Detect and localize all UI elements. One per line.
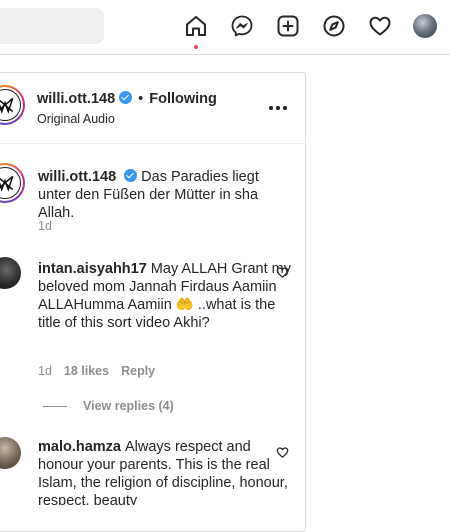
post-author-line: willi.ott.148 • Following (37, 91, 217, 107)
comment-meta: 1d 18 likes Reply (38, 364, 167, 378)
verified-badge-icon (119, 91, 133, 104)
following-button[interactable]: Following (149, 91, 217, 107)
view-replies-label: View replies (4) (83, 399, 174, 413)
explore-icon[interactable] (321, 13, 347, 39)
view-replies-button[interactable]: View replies (4) (43, 399, 174, 413)
caption-meta: 1d (38, 219, 64, 233)
caption-username[interactable]: willi.ott.148 (38, 169, 116, 185)
more-options-icon[interactable] (269, 98, 289, 114)
comment-username[interactable]: malo.hamza (38, 439, 121, 455)
caption-text: willi.ott.148 Das Paradies liegt unter de… (38, 168, 294, 222)
caption-author-avatar[interactable] (0, 163, 25, 203)
verified-badge-icon (124, 169, 138, 182)
reply-button[interactable]: Reply (121, 364, 155, 378)
author-logo-icon (0, 97, 14, 114)
profile-avatar[interactable] (413, 14, 437, 38)
comment-username[interactable]: intan.aisyahh17 (38, 261, 147, 277)
like-comment-heart-icon[interactable] (276, 446, 289, 459)
like-comment-heart-icon[interactable] (276, 266, 289, 279)
messenger-icon[interactable] (229, 13, 255, 39)
audio-label[interactable]: Original Audio (37, 112, 115, 126)
post-author-username[interactable]: willi.ott.148 (37, 91, 115, 107)
active-indicator-dot (194, 45, 198, 49)
author-avatar[interactable] (0, 85, 25, 125)
separator-dot: • (138, 91, 144, 107)
commenter-avatar[interactable] (0, 257, 21, 289)
home-icon[interactable] (183, 13, 209, 39)
activity-heart-icon[interactable] (367, 13, 393, 39)
author-logo-icon (0, 175, 14, 192)
comment-likes[interactable]: 18 likes (64, 364, 109, 378)
comment-text: malo.hamza Always respect and honour your… (38, 438, 294, 505)
comment-text: intan.aisyahh17 May ALLAH Grant my belove… (38, 260, 294, 332)
commenter-avatar[interactable] (0, 437, 21, 469)
search-input[interactable] (0, 8, 104, 44)
post-header: willi.ott.148 • Following Original Audio (0, 73, 305, 144)
new-post-icon[interactable] (275, 13, 301, 39)
view-replies-line (43, 405, 67, 407)
top-navigation-bar (0, 0, 450, 55)
post-comments-panel: willi.ott.148 • Following Original Audio w… (0, 72, 306, 532)
caption-timestamp[interactable]: 1d (38, 219, 52, 233)
comment-timestamp[interactable]: 1d (38, 364, 52, 378)
